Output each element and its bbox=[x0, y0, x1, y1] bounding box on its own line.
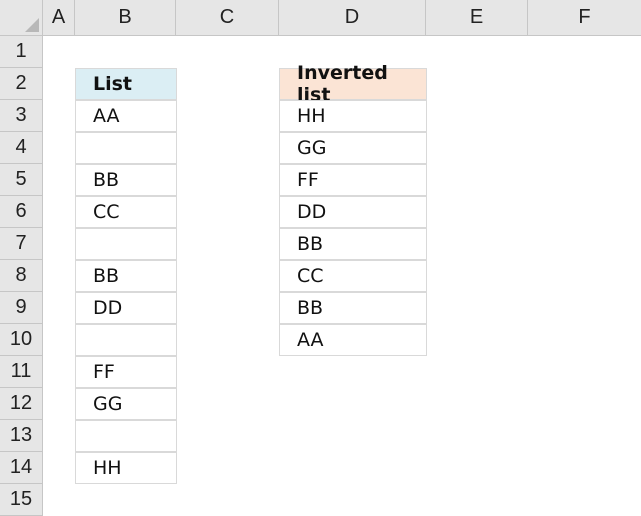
column-header-c[interactable]: C bbox=[176, 0, 279, 36]
row-header-2[interactable]: 2 bbox=[0, 68, 43, 100]
list-cell[interactable] bbox=[75, 132, 177, 164]
select-all-triangle-icon bbox=[25, 18, 39, 32]
row-header-9[interactable]: 9 bbox=[0, 292, 43, 324]
row-header-1[interactable]: 1 bbox=[0, 36, 43, 68]
row-header-11[interactable]: 11 bbox=[0, 356, 43, 388]
spreadsheet: A B C D E F 1 2 3 4 5 6 7 8 9 10 11 12 1… bbox=[0, 0, 641, 516]
inverted-list-cell[interactable]: DD bbox=[279, 196, 427, 228]
column-header-e[interactable]: E bbox=[426, 0, 528, 36]
column-header-a[interactable]: A bbox=[43, 0, 75, 36]
inverted-list-cell[interactable]: GG bbox=[279, 132, 427, 164]
inverted-list-cell[interactable]: HH bbox=[279, 100, 427, 132]
inverted-list-cell[interactable]: AA bbox=[279, 324, 427, 356]
inverted-list-header-cell[interactable]: Inverted list bbox=[279, 62, 427, 106]
inverted-list-cell[interactable]: FF bbox=[279, 164, 427, 196]
row-header-13[interactable]: 13 bbox=[0, 420, 43, 452]
list-cell[interactable]: CC bbox=[75, 196, 177, 228]
row-header-4[interactable]: 4 bbox=[0, 132, 43, 164]
list-cell[interactable]: BB bbox=[75, 260, 177, 292]
list-header-cell[interactable]: List bbox=[75, 68, 177, 100]
list-cell[interactable]: BB bbox=[75, 164, 177, 196]
list-cell[interactable]: FF bbox=[75, 356, 177, 388]
inverted-list-cell[interactable]: BB bbox=[279, 228, 427, 260]
list-cell[interactable]: HH bbox=[75, 452, 177, 484]
row-header-8[interactable]: 8 bbox=[0, 260, 43, 292]
row-header-6[interactable]: 6 bbox=[0, 196, 43, 228]
row-header-15[interactable]: 15 bbox=[0, 484, 43, 516]
select-all-corner[interactable] bbox=[0, 0, 43, 36]
row-header-3[interactable]: 3 bbox=[0, 100, 43, 132]
list-cell[interactable]: DD bbox=[75, 292, 177, 324]
row-header-14[interactable]: 14 bbox=[0, 452, 43, 484]
inverted-list-cell[interactable]: CC bbox=[279, 260, 427, 292]
list-cell[interactable] bbox=[75, 420, 177, 452]
column-header-d[interactable]: D bbox=[279, 0, 426, 36]
column-header-f[interactable]: F bbox=[528, 0, 641, 36]
column-header-b[interactable]: B bbox=[75, 0, 176, 36]
list-cell[interactable]: GG bbox=[75, 388, 177, 420]
list-cell[interactable]: AA bbox=[75, 100, 177, 132]
inverted-list-cell[interactable]: BB bbox=[279, 292, 427, 324]
list-cell[interactable] bbox=[75, 228, 177, 260]
row-header-5[interactable]: 5 bbox=[0, 164, 43, 196]
list-cell[interactable] bbox=[75, 324, 177, 356]
row-header-10[interactable]: 10 bbox=[0, 324, 43, 356]
row-header-7[interactable]: 7 bbox=[0, 228, 43, 260]
row-header-12[interactable]: 12 bbox=[0, 388, 43, 420]
